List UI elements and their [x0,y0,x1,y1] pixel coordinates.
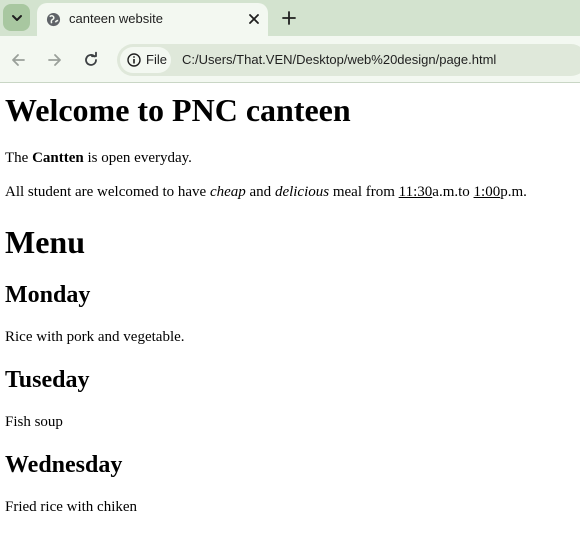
tab-search-button[interactable] [3,4,30,31]
delicious-italic-text: delicious [274,184,330,200]
canteen-bold-text: Cantten [32,150,84,166]
back-arrow-icon[interactable] [9,51,27,69]
tab-title: canteen website [69,11,163,26]
dish-monday: Rice with pork and vegetable. [5,329,185,345]
dish-tuesday: Fish soup [5,414,63,430]
tab-strip: canteen website [0,0,580,36]
file-chip-label: File [146,52,167,67]
browser-toolbar: File C:/Users/That.VEN/Desktop/web%20des… [0,36,580,83]
close-time: 1:00 [473,184,501,200]
web-page: Welcome to PNC canteen The Cantten is op… [0,84,580,546]
chevron-down-icon [11,14,22,21]
reload-icon[interactable] [82,51,100,69]
text: a.m.to [432,184,474,200]
text: and [245,184,275,200]
day-heading-wednesday: Wednesday [5,452,123,478]
open-everyday-paragraph: The Cantten is open everyday. [5,150,192,167]
globe-icon [46,12,61,27]
site-info-chip[interactable]: File [120,47,171,73]
open-time: 11:30 [398,184,433,200]
url-text[interactable]: C:/Users/That.VEN/Desktop/web%20design/p… [182,52,496,67]
day-heading-tuesday: Tuseday [5,367,90,393]
address-bar[interactable]: File C:/Users/That.VEN/Desktop/web%20des… [117,44,580,76]
tab-canteen-website[interactable]: canteen website [37,3,268,36]
text: All student are welcomed to have [5,184,210,200]
text: is open everyday. [83,150,192,166]
text: p.m. [500,184,527,200]
new-tab-plus-icon[interactable] [280,9,298,27]
opening-hours-paragraph: All student are welcomed to have cheap a… [5,184,527,201]
day-heading-monday: Monday [5,282,91,308]
page-title: Welcome to PNC canteen [5,92,351,128]
info-icon [127,53,141,67]
close-icon[interactable] [246,11,262,27]
dish-wednesday: Fried rice with chiken [5,499,138,515]
text: The [5,150,33,166]
cheap-italic-text: cheap [209,184,246,200]
menu-heading: Menu [5,224,85,260]
forward-arrow-icon[interactable] [46,51,64,69]
text: meal from [329,184,399,200]
